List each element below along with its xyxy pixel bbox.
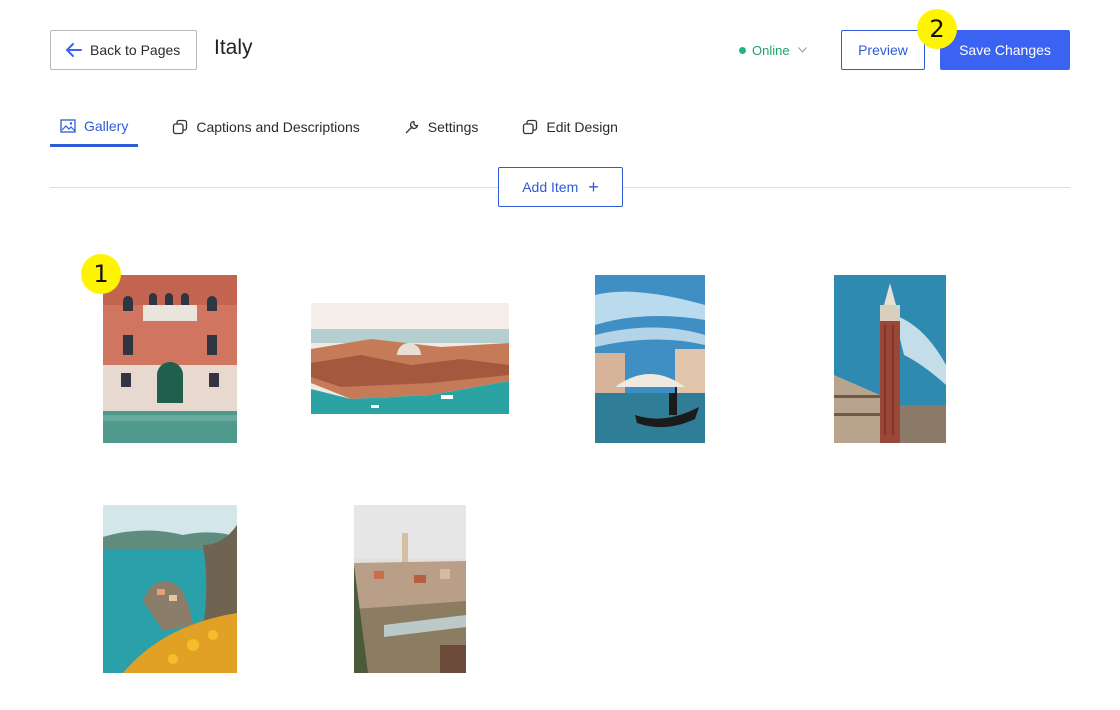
overlap-icon <box>523 119 538 135</box>
status-dropdown[interactable]: Online <box>739 40 807 60</box>
tab-bar: Gallery Captions and Descriptions Settin… <box>50 108 652 148</box>
tab-settings[interactable]: Settings <box>394 108 489 146</box>
page-title: Italy <box>214 36 253 59</box>
gallery-image-venice-aerial[interactable] <box>311 303 509 414</box>
status-label: Online <box>752 42 790 58</box>
wrench-icon <box>405 120 418 134</box>
plus-icon: + <box>588 177 599 197</box>
preview-button[interactable]: Preview <box>841 30 925 70</box>
gallery-image-bell-tower[interactable] <box>834 275 946 443</box>
tab-captions[interactable]: Captions and Descriptions <box>162 108 369 146</box>
image-icon <box>60 119 76 133</box>
tab-gallery-label: Gallery <box>84 118 129 134</box>
gallery-image-gondola-canal[interactable] <box>595 275 705 443</box>
step-marker-2: 2 <box>917 9 957 49</box>
gallery-image-cliff-village[interactable] <box>103 505 237 673</box>
add-item-button[interactable]: Add Item + <box>498 167 623 207</box>
tab-gallery[interactable]: Gallery <box>50 108 139 147</box>
tab-edit-design[interactable]: Edit Design <box>512 108 628 146</box>
status-dot-icon <box>739 46 746 54</box>
tab-captions-label: Captions and Descriptions <box>196 119 360 135</box>
back-to-pages-label: Back to Pages <box>90 42 181 58</box>
tab-edit-design-label: Edit Design <box>546 119 618 135</box>
gallery-image-venetian-facade[interactable] <box>103 275 237 443</box>
add-item-label: Add Item <box>522 179 579 195</box>
tab-settings-label: Settings <box>427 119 479 135</box>
step-marker-1: 1 <box>81 254 121 294</box>
save-changes-button[interactable]: Save Changes <box>940 30 1070 70</box>
arrow-left-icon <box>66 43 82 57</box>
overlap-icon <box>173 119 188 135</box>
chevron-down-icon <box>797 47 807 53</box>
gallery-image-hill-town[interactable] <box>354 505 466 673</box>
back-to-pages-button[interactable]: Back to Pages <box>50 30 197 70</box>
